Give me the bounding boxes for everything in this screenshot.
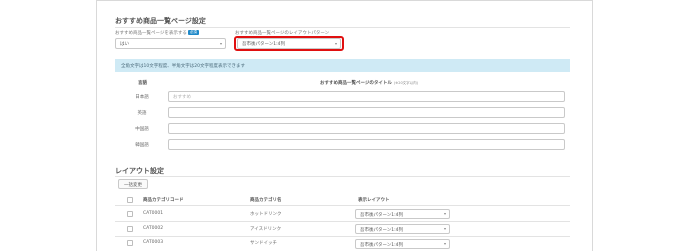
panel-border-top [96, 0, 593, 1]
row-layout-select[interactable]: 吾市後パターン1:4列 ▾ [355, 209, 450, 219]
display-layout-header: 表示レイアウト [358, 198, 390, 203]
category-name-cell: サンドイッチ [250, 241, 277, 246]
title-input-zh[interactable] [168, 123, 565, 134]
language-label-ja: 日本語 [135, 95, 149, 100]
row-divider [115, 221, 570, 222]
section-divider [115, 27, 570, 28]
chevron-down-icon: ▾ [443, 241, 446, 246]
panel-border-left [96, 0, 97, 251]
title-input-en[interactable] [168, 107, 565, 118]
row-layout-select-value: 吾市後パターン1:4列 [360, 213, 404, 218]
display-field-label-text: おすすめ商品一覧ページを表示する [115, 31, 187, 36]
display-select-value: はい [120, 42, 129, 47]
required-badge: 必須 [187, 30, 199, 35]
display-select[interactable]: はい ▾ [115, 38, 226, 49]
layout-select[interactable]: 吾市後パターン1:4列 ▾ [237, 38, 341, 49]
category-code-cell: CAT0002 [143, 226, 164, 231]
bulk-change-button[interactable]: 一括変更 [118, 179, 148, 189]
title-column-header-sub: (※20文字以内) [393, 81, 419, 85]
row-checkbox[interactable] [127, 240, 133, 246]
category-name-header: 商品カテゴリ名 [250, 198, 282, 203]
category-name-cell: アイスドリンク [250, 227, 282, 232]
title-column-header-text: おすすめ商品一覧ページのタイトル [320, 81, 392, 86]
layout-settings-title: レイアウト設定 [115, 167, 164, 175]
title-input-ja-placeholder: おすすめ [173, 95, 191, 100]
panel-border-right [592, 0, 593, 251]
title-input-ja[interactable]: おすすめ [168, 91, 565, 102]
chevron-down-icon: ▾ [443, 211, 446, 216]
select-all-checkbox[interactable] [127, 197, 133, 203]
row-layout-select-value: 吾市後パターン1:4列 [360, 228, 404, 233]
table-header-divider [115, 205, 570, 206]
row-checkbox[interactable] [127, 211, 133, 217]
category-code-header: 商品カテゴリコード [143, 198, 184, 203]
category-name-cell: ホットドリンク [250, 212, 282, 217]
row-divider [115, 236, 570, 237]
chevron-down-icon: ▾ [219, 41, 222, 46]
title-input-ko[interactable] [168, 139, 565, 150]
section-divider [115, 176, 570, 177]
row-layout-select[interactable]: 吾市後パターン1:4列 ▾ [355, 239, 450, 249]
recommended-settings-title: おすすめ商品一覧ページ設定 [115, 17, 206, 25]
row-layout-select[interactable]: 吾市後パターン1:4列 ▾ [355, 224, 450, 234]
language-label-en: 英語 [137, 111, 147, 116]
row-layout-select-value: 吾市後パターン1:4列 [360, 243, 404, 248]
language-label-zh: 中国語 [135, 127, 149, 132]
character-limit-note: 全角文字は10文字程度、半角文字は20文字程度表示できます [115, 59, 570, 72]
chevron-down-icon: ▾ [443, 226, 446, 231]
category-code-cell: CAT0003 [143, 240, 164, 245]
chevron-down-icon: ▾ [334, 41, 337, 46]
layout-select-value: 吾市後パターン1:4列 [242, 42, 286, 47]
title-column-header: おすすめ商品一覧ページのタイトル (※20文字以内) [320, 80, 418, 86]
row-checkbox[interactable] [127, 226, 133, 232]
display-field-label: おすすめ商品一覧ページを表示する 必須 [115, 30, 199, 36]
language-column-header: 言語 [138, 81, 147, 86]
category-code-cell: CAT0001 [143, 211, 164, 216]
language-label-ko: 韓国語 [135, 143, 149, 148]
